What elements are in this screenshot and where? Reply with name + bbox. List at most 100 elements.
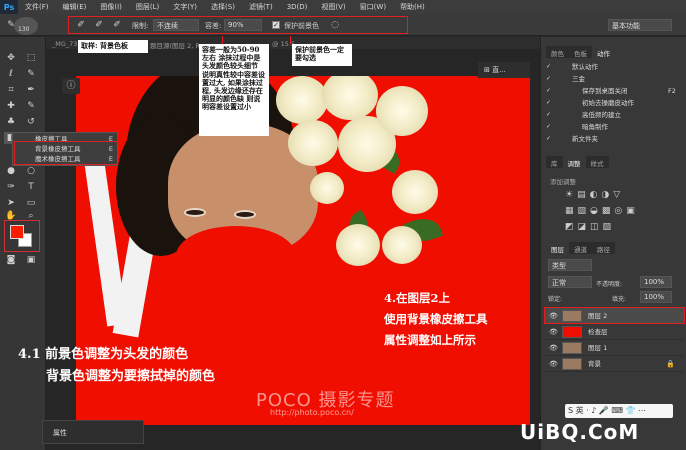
marquee-tool-icon[interactable]: ⬚ [24,52,38,64]
history-brush-tool-icon[interactable]: ↺ [24,116,38,128]
check-icon[interactable]: ✓ [546,136,552,142]
adjustment-icons-row-1[interactable]: ☀▤◐◑▽ [565,190,624,200]
action-label: 高低频的建立 [582,111,621,119]
tab-channels[interactable]: 通道 [569,242,592,254]
tab-libraries[interactable]: 库 [546,156,563,168]
pressure-size-icon[interactable]: ◌ [328,19,342,31]
note-connector [222,36,223,44]
rose [392,170,438,214]
blur-tool-icon[interactable]: ● [4,165,18,177]
brush-tool-icon[interactable]: ✎ [24,100,38,112]
type-tool-icon[interactable]: T [24,181,38,193]
menu-filter[interactable]: 滤镜(T) [242,2,280,12]
eyedropper-tool-icon[interactable]: ✒ [24,84,38,96]
rose [382,226,422,264]
tolerance-label: 容差: [205,22,222,30]
blend-mode-select[interactable]: 正常 [548,276,592,288]
rose [276,76,328,124]
menu-select[interactable]: 选择(S) [204,2,242,12]
action-item[interactable]: ✓ 保存到桌面关闭 F2 [546,86,676,97]
layers-panel-tabs: 图层 通道 路径 [546,242,615,254]
tab-color[interactable]: 颜色 [546,46,569,58]
menu-bar: Ps 文件(F) 编辑(E) 图像(I) 图层(L) 文字(Y) 选择(S) 滤… [0,0,686,14]
info-icon[interactable]: ⓘ [62,78,80,94]
layer-thumbnail [562,326,582,338]
menu-3d[interactable]: 3D(D) [280,3,315,11]
screen-mode-icon[interactable]: ▣ [24,254,38,266]
tab-actions[interactable]: 动作 [592,46,615,58]
shape-tool-icon[interactable]: ▭ [24,197,38,209]
tab-styles[interactable]: 样式 [586,156,609,168]
menu-layer[interactable]: 图层(L) [129,2,166,12]
menu-file[interactable]: 文件(F) [18,2,56,12]
check-icon[interactable]: ✓ [546,88,552,94]
doc-tab-1[interactable]: _MG_73 [48,38,81,49]
menu-help[interactable]: 帮助(H) [393,2,432,12]
menu-image[interactable]: 图像(I) [93,2,129,12]
panel-collapse-button[interactable]: ⊞ 直... [478,62,530,78]
tab-adjustments[interactable]: 调整 [562,156,586,168]
tab-layers[interactable]: 图层 [546,242,569,254]
tab-swatches[interactable]: 色板 [569,46,592,58]
layer-filter-select[interactable]: 类型 [548,259,592,271]
menu-window[interactable]: 窗口(W) [353,2,393,12]
menu-view[interactable]: 视图(V) [314,2,352,12]
dodge-tool-icon[interactable]: ○ [24,165,38,177]
check-icon[interactable]: ✓ [546,112,552,118]
ime-toolbar[interactable]: S 英 · ♪ 🎤 ⌨ 👕 ⋯ [565,404,673,418]
check-icon[interactable]: ✓ [546,76,552,82]
clone-stamp-tool-icon[interactable]: ♣ [4,116,18,128]
add-adjustment-label: 添加调整 [550,178,576,186]
sampling-continuous-icon[interactable]: ✐ [74,19,88,31]
action-label: 默认动作 [572,63,598,71]
crop-tool-icon[interactable]: ⌗ [4,84,18,96]
quick-mask-icon[interactable]: ◙ [4,254,18,266]
doc-tab-2[interactable]: 题目源(图层 2, R [146,38,204,50]
limits-select[interactable]: 不连续 [153,19,199,31]
action-set-sanjin[interactable]: ✓ 三金 [546,74,676,85]
lasso-tool-icon[interactable]: ℓ [4,68,18,80]
tolerance-input[interactable]: 90% [224,19,262,31]
sampling-background-swatch-icon[interactable]: ✐ [110,19,124,31]
check-icon[interactable]: ✓ [546,64,552,70]
adjustment-icons-row-2[interactable]: ▦▧◒▩◎▣ [565,206,639,216]
adjustment-icons-row-3[interactable]: ◩◪◫▨ [565,222,615,232]
check-icon[interactable]: ✓ [546,124,552,130]
protect-foreground-checkbox[interactable]: ✓ [272,21,280,29]
action-set-default[interactable]: ✓ 默认动作 [546,62,676,73]
action-item[interactable]: ✓ 新文件夹 [546,134,676,145]
opacity-input[interactable]: 100% [640,276,672,288]
rose [376,86,428,136]
fill-input[interactable]: 100% [640,291,672,303]
action-label: 保存到桌面关闭 [582,87,628,95]
layer-row-background[interactable]: 👁 背景 🔒 [544,356,684,372]
layer-row-check[interactable]: 👁 检查层 [544,324,684,340]
layer-row-layer1[interactable]: 👁 图层 1 [544,340,684,356]
action-item[interactable]: ✓ 暗角制作 [546,122,676,133]
menu-edit[interactable]: 编辑(E) [56,2,94,12]
healing-tool-icon[interactable]: ✚ [4,100,18,112]
step-4-1-line-2: 背景色调整为要擦拭掉的颜色 [46,369,216,384]
pen-tool-icon[interactable]: ✑ [4,181,18,193]
check-icon[interactable]: ✓ [546,100,552,106]
action-label: 三金 [572,75,585,83]
move-tool-icon[interactable]: ✥ [4,52,18,64]
opacity-label: 不透明度: [596,281,623,288]
foreground-color-swatch[interactable] [10,225,24,239]
action-item[interactable]: ✓ 初始去操磨皮动作 [546,98,676,109]
visibility-eye-icon[interactable]: 👁 [549,340,558,356]
action-item[interactable]: ✓ 高低频的建立 [546,110,676,121]
actions-panel-tabs: 颜色 色板 动作 [546,46,615,58]
properties-bar[interactable]: 属性 [42,420,144,444]
rose [310,172,344,204]
path-select-tool-icon[interactable]: ➤ [4,197,18,209]
app-logo: Ps [0,0,18,14]
workspace-select[interactable]: 基本功能 [608,19,672,31]
quick-select-tool-icon[interactable]: ✎ [24,68,38,80]
tab-paths[interactable]: 路径 [592,242,615,254]
action-label: 暗角制作 [582,123,608,131]
sampling-once-icon[interactable]: ✐ [92,19,106,31]
visibility-eye-icon[interactable]: 👁 [549,324,558,340]
menu-type[interactable]: 文字(Y) [166,2,204,12]
visibility-eye-icon[interactable]: 👁 [549,356,558,372]
